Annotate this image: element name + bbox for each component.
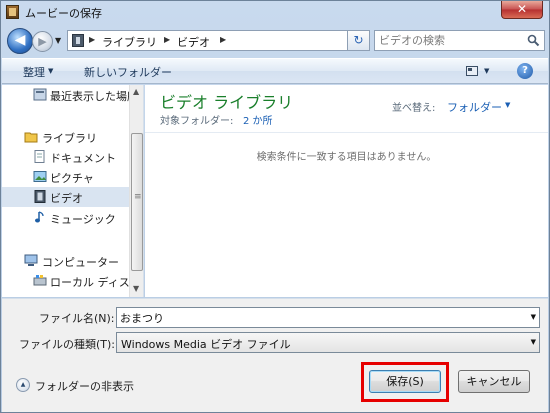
filename-input[interactable] <box>120 309 520 326</box>
video-folder-icon <box>72 34 84 47</box>
target-folder-label: 対象フォルダー: <box>160 116 234 127</box>
scroll-up-arrow-icon[interactable]: ▲ <box>133 87 139 96</box>
navigation-pane: 最近表示した場所 ライブラリ ドキュメント ピクチャ ビデオ ミュージック コン… <box>2 85 144 297</box>
nav-item-pictures[interactable]: ピクチャ <box>2 167 129 187</box>
cancel-button[interactable]: キャンセル <box>458 370 530 393</box>
nav-item-label: コンピューター <box>42 256 119 269</box>
filetype-label: ファイルの種類(T): <box>19 338 116 351</box>
history-dropdown-icon[interactable]: ▼ <box>55 36 61 45</box>
scroll-thumb[interactable] <box>131 133 143 271</box>
nav-item-libraries[interactable]: ライブラリ <box>2 127 129 147</box>
filename-chevron-down-icon[interactable]: ▼ <box>531 313 536 321</box>
breadcrumb-chevron-icon[interactable]: ▶ <box>164 35 170 44</box>
breadcrumb-item-libraries[interactable]: ライブラリ <box>102 34 157 50</box>
save-button[interactable]: 保存(S) <box>369 370 441 393</box>
library-header: ビデオ ライブラリ 対象フォルダー: 2 か所 並べ替え: フォルダー ▼ <box>145 85 548 133</box>
new-folder-button[interactable]: 新しいフォルダー <box>84 64 172 80</box>
save-movie-dialog: ムービーの保存 ✕ ◀ ▶ ▼ ▶ ライブラリ ▶ ビデオ ▶ ↻ 整理 ▼ 新 <box>0 0 550 413</box>
library-title: ビデオ ライブラリ <box>160 93 294 112</box>
filetype-select[interactable]: Windows Media ビデオ ファイル ▼ <box>116 332 540 353</box>
nav-item-label: ビデオ <box>50 192 83 205</box>
search-icon <box>527 34 540 47</box>
title-bar: ムービーの保存 ✕ <box>1 1 549 23</box>
address-bar: ◀ ▶ ▼ ▶ ライブラリ ▶ ビデオ ▶ ↻ <box>7 28 545 54</box>
filetype-chevron-down-icon[interactable]: ▼ <box>531 338 536 346</box>
change-view-icon[interactable] <box>466 66 478 76</box>
filename-combobox[interactable]: ▼ <box>116 307 540 328</box>
filename-label: ファイル名(N): <box>39 312 115 325</box>
view-chevron-down-icon[interactable]: ▼ <box>484 67 489 75</box>
breadcrumb-item-videos[interactable]: ビデオ <box>177 34 210 50</box>
nav-scrollbar[interactable]: ▲ ▼ <box>129 85 143 297</box>
filetype-value: Windows Media ビデオ ファイル <box>121 338 291 351</box>
back-button[interactable]: ◀ <box>7 28 33 54</box>
arrange-chevron-down-icon[interactable]: ▼ <box>505 101 510 109</box>
organize-chevron-down-icon[interactable]: ▼ <box>48 67 53 75</box>
recent-places-icon <box>33 88 47 101</box>
nav-item-label: ミュージック <box>50 213 116 226</box>
content-pane: ビデオ ライブラリ 対象フォルダー: 2 か所 並べ替え: フォルダー ▼ 検索… <box>145 85 548 297</box>
videos-icon <box>34 190 46 203</box>
close-button[interactable]: ✕ <box>501 1 543 19</box>
computer-icon <box>24 254 38 266</box>
nav-item-music[interactable]: ミュージック <box>2 208 129 228</box>
help-button[interactable]: ? <box>517 63 533 79</box>
nav-item-label: ライブラリ <box>42 132 97 145</box>
search-box[interactable] <box>374 30 545 51</box>
nav-item-label: 最近表示した場所 <box>50 90 138 103</box>
libraries-icon <box>24 132 38 143</box>
target-folder-link[interactable]: 2 か所 <box>243 112 273 127</box>
search-input[interactable] <box>379 32 524 49</box>
breadcrumb-chevron-icon[interactable]: ▶ <box>89 35 95 44</box>
scroll-down-arrow-icon[interactable]: ▼ <box>133 284 139 293</box>
nav-item-local-disk[interactable]: ローカル ディスク <box>2 271 141 291</box>
command-bar: 整理 ▼ 新しいフォルダー ▼ ? <box>2 58 548 84</box>
organize-button[interactable]: 整理 <box>23 64 45 80</box>
arrange-by-dropdown[interactable]: フォルダー <box>447 99 502 115</box>
refresh-button[interactable]: ↻ <box>348 30 370 51</box>
forward-button[interactable]: ▶ <box>32 31 53 52</box>
nav-item-label: ドキュメント <box>50 152 116 165</box>
nav-item-documents[interactable]: ドキュメント <box>2 147 129 167</box>
collapse-up-icon: ▲ <box>16 378 30 392</box>
documents-icon <box>34 150 45 163</box>
nav-item-label: ピクチャ <box>50 172 94 185</box>
local-disk-icon <box>33 275 47 286</box>
film-icon <box>6 5 19 19</box>
music-icon <box>35 211 44 223</box>
pictures-icon <box>33 171 47 182</box>
refresh-icon: ↻ <box>353 33 364 47</box>
breadcrumb-chevron-icon[interactable]: ▶ <box>220 35 226 44</box>
hide-folders-label: フォルダーの非表示 <box>35 380 134 393</box>
empty-results-message: 検索条件に一致する項目はありません。 <box>256 152 437 163</box>
window-title: ムービーの保存 <box>25 7 102 20</box>
arrange-by-label: 並べ替え: <box>392 103 436 114</box>
breadcrumb[interactable]: ▶ ライブラリ ▶ ビデオ ▶ <box>67 30 348 51</box>
save-form: ファイル名(N): ▼ ファイルの種類(T): Windows Media ビデ… <box>2 298 548 412</box>
nav-item-computer[interactable]: コンピューター <box>2 251 129 271</box>
nav-item-recent-places[interactable]: 最近表示した場所 <box>2 85 138 105</box>
nav-item-label: ローカル ディスク <box>50 276 141 289</box>
nav-item-videos[interactable]: ビデオ <box>2 187 129 207</box>
